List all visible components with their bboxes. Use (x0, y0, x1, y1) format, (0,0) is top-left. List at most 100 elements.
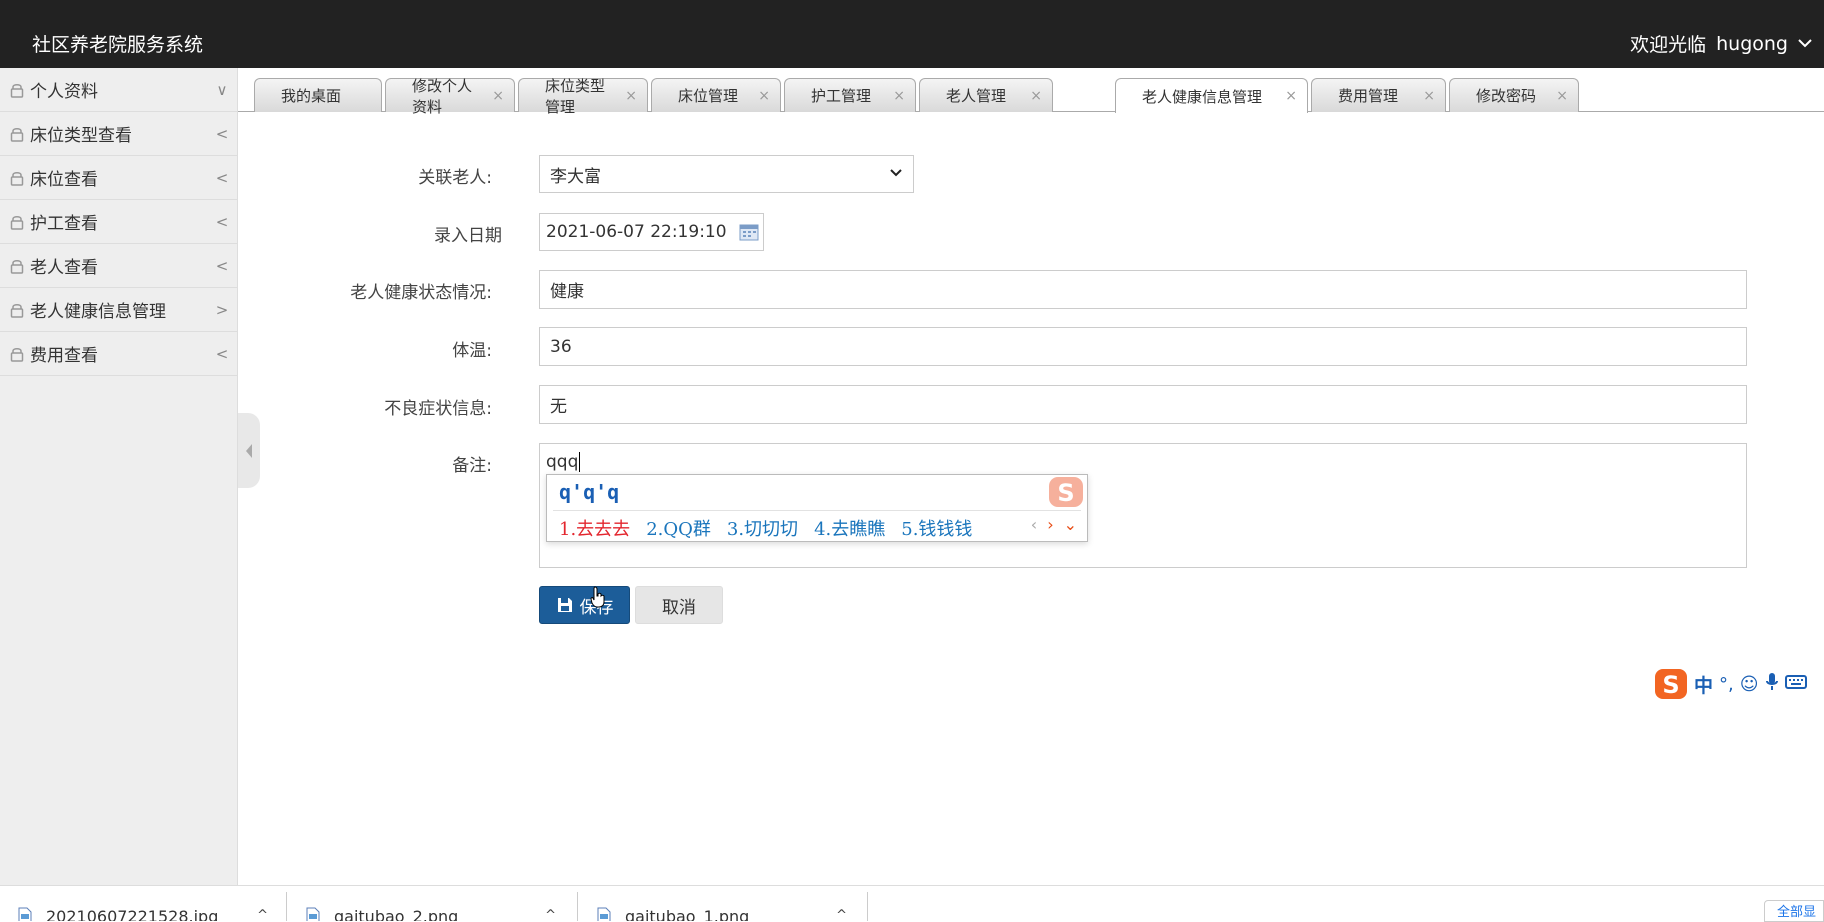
download-filename: gaitubao_2.png (334, 907, 459, 922)
chevron-up-icon[interactable]: ^ (836, 908, 847, 921)
temperature-value: 36 (550, 336, 572, 357)
lock-icon (8, 125, 26, 143)
sogou-logo-icon: S (1047, 475, 1085, 509)
sidebar-item[interactable]: 个人资料 ∨ (0, 68, 237, 112)
download-item[interactable]: gaitubao_1.png ^ (597, 886, 847, 921)
ime-candidate[interactable]: 5.钱钱钱 (901, 515, 972, 541)
sidebar-item-label: 老人健康信息管理 (30, 302, 166, 322)
mouse-hand-cursor-icon (590, 586, 606, 608)
calendar-icon[interactable] (739, 222, 759, 242)
sidebar-item-label: 老人查看 (30, 258, 98, 278)
tab-label: 老人健康信息管理 (1142, 87, 1263, 106)
tab[interactable]: 费用管理 × (1311, 78, 1446, 112)
tab[interactable]: 床位管理 × (651, 78, 781, 112)
tab-label: 我的桌面 (281, 87, 342, 105)
download-filename: 20210607221528.jpg (46, 907, 219, 922)
tab[interactable]: 我的桌面 (254, 78, 382, 112)
tab-label: 床位类型管理 (545, 76, 606, 116)
tab[interactable]: 老人健康信息管理 × (1115, 78, 1308, 113)
close-icon[interactable]: × (885, 88, 905, 104)
tab[interactable]: 修改密码 × (1449, 78, 1579, 112)
ime-keyboard-icon[interactable] (1784, 674, 1807, 695)
ime-mic-icon[interactable] (1765, 672, 1779, 697)
chevron-up-icon[interactable]: ^ (257, 908, 268, 921)
lock-icon (8, 301, 26, 319)
ime-candidate[interactable]: 2.QQ群 (646, 515, 711, 541)
svg-text:S: S (1057, 479, 1074, 507)
temperature-input[interactable]: 36 (539, 327, 1747, 366)
close-icon[interactable]: × (1277, 88, 1297, 104)
tab[interactable]: 修改个人资料 × (385, 77, 515, 116)
tab-label: 修改密码 (1476, 87, 1537, 105)
chevron-icon: < (215, 256, 229, 275)
close-icon[interactable]: × (1022, 88, 1042, 104)
floppy-disk-icon (556, 596, 574, 614)
sidebar: 个人资料 ∨ 床位类型查看 < 床位查看 < 护工查看 < 老人查看 < 老人健康信息管理 > 费用查看… (0, 68, 238, 885)
chevron-down-icon (1798, 36, 1812, 52)
symptom-label: 不良症状信息: (384, 399, 492, 419)
download-separator (867, 892, 868, 921)
close-icon[interactable]: × (1415, 88, 1435, 104)
close-icon[interactable]: × (617, 88, 637, 104)
chevron-down-icon (889, 164, 903, 186)
save-button[interactable]: 保存 (539, 586, 630, 624)
remark-value: qqq (546, 452, 579, 472)
sidebar-item[interactable]: 费用查看 < (0, 332, 237, 376)
show-all-downloads-button[interactable]: 全部显示 (1764, 900, 1824, 922)
file-icon (306, 907, 320, 921)
close-icon[interactable]: × (750, 88, 770, 104)
date-input[interactable]: 2021-06-07 22:19:10 (539, 213, 764, 251)
symptom-input[interactable]: 无 (539, 385, 1747, 424)
sidebar-item-label: 个人资料 (30, 82, 98, 102)
close-icon[interactable]: × (1548, 88, 1568, 104)
sidebar-item[interactable]: 床位查看 < (0, 156, 237, 200)
ime-emoji-icon[interactable]: ☺ (1740, 674, 1759, 695)
download-filename: gaitubao_1.png (625, 907, 750, 922)
chevron-up-icon[interactable]: ^ (545, 908, 556, 921)
tab-label: 修改个人资料 (412, 76, 473, 116)
download-item[interactable]: gaitubao_2.png ^ (306, 886, 556, 921)
sidebar-item[interactable]: 老人查看 < (0, 244, 237, 288)
download-bar: 20210607221528.jpg ^ gaitubao_2.png ^ ga… (0, 885, 1824, 922)
tab-label: 护工管理 (811, 87, 872, 105)
sidebar-item[interactable]: 床位类型查看 < (0, 112, 237, 156)
sidebar-item[interactable]: 老人健康信息管理 > (0, 288, 237, 332)
lock-icon (8, 257, 26, 275)
health-value: 健康 (550, 282, 584, 302)
tab[interactable]: 护工管理 × (784, 78, 916, 112)
top-navbar: 社区养老院服务系统 欢迎光临 hugong (0, 0, 1824, 68)
ime-candidate[interactable]: 4.去瞧瞧 (814, 515, 885, 541)
user-menu[interactable]: 欢迎光临 hugong (1630, 30, 1812, 57)
tab[interactable]: 老人管理 × (919, 78, 1053, 112)
lock-icon (8, 213, 26, 231)
lock-icon (8, 169, 26, 187)
cancel-button[interactable]: 取消 (635, 586, 723, 624)
date-value: 2021-06-07 22:19:10 (546, 222, 727, 242)
sidebar-item-label: 床位类型查看 (30, 126, 132, 146)
ime-candidate-window: q'q'q S 1.去去去 2.QQ群 3.切切切 4.去瞧瞧 5.钱钱钱 ‹ › ⌄ (546, 474, 1088, 542)
chevron-icon: < (215, 212, 229, 231)
ime-candidates: 1.去去去 2.QQ群 3.切切切 4.去瞧瞧 5.钱钱钱 (559, 515, 972, 541)
ime-punctuation-icon[interactable]: °, (1719, 674, 1734, 695)
tab[interactable]: 床位类型管理 × (518, 77, 648, 116)
ime-nav: ‹ › ⌄ (1031, 515, 1077, 534)
download-separator (286, 892, 287, 921)
health-input[interactable]: 健康 (539, 270, 1747, 309)
cancel-button-label: 取消 (662, 597, 696, 618)
ime-candidate[interactable]: 3.切切切 (727, 515, 798, 541)
ime-candidate[interactable]: 1.去去去 (559, 515, 630, 541)
close-icon[interactable]: × (484, 88, 504, 104)
file-icon (597, 907, 611, 921)
ime-expand-icon[interactable]: ⌄ (1064, 515, 1077, 534)
ime-next-icon[interactable]: › (1047, 515, 1053, 534)
elder-select[interactable]: 李大富 (539, 155, 914, 193)
health-label: 老人健康状态情况: (350, 283, 492, 303)
date-label: 录入日期 (434, 226, 502, 246)
ime-status-bar[interactable]: S 中 °, ☺ (1654, 667, 1824, 701)
ime-lang-toggle[interactable]: 中 (1694, 671, 1713, 698)
download-item[interactable]: 20210607221528.jpg ^ (18, 886, 268, 921)
sidebar-item[interactable]: 护工查看 < (0, 200, 237, 244)
chevron-icon: < (215, 124, 229, 143)
sidebar-item-label: 护工查看 (30, 214, 98, 234)
ime-prev-icon[interactable]: ‹ (1031, 515, 1037, 534)
